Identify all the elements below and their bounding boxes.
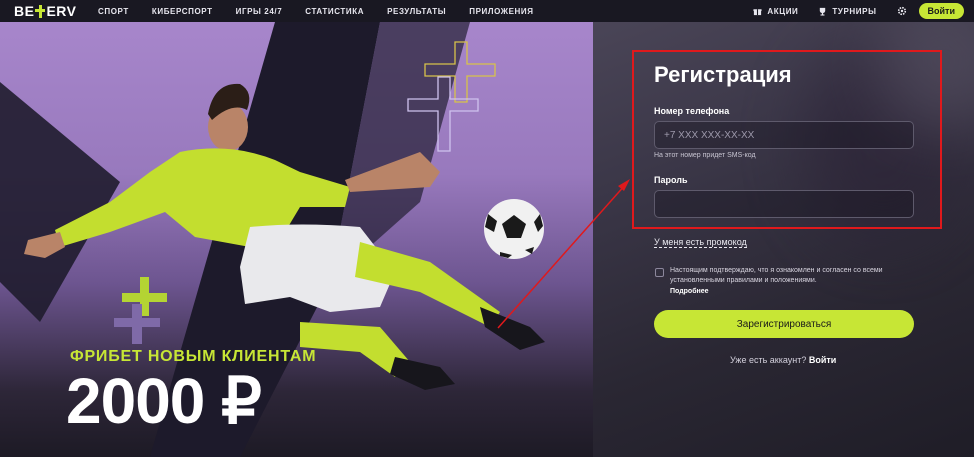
logo-text-left: BE bbox=[14, 3, 35, 19]
tournaments-label: ТУРНИРЫ bbox=[832, 6, 877, 16]
highlight-box bbox=[632, 50, 942, 229]
terms-text: Настоящим подтверждаю, что я ознакомлен … bbox=[670, 267, 883, 284]
promo-amount: 2000 ₽ bbox=[66, 365, 262, 437]
top-navigation-bar: BE ERV СПОРТ КИБЕРСПОРТ ИГРЫ 24/7 СТАТИС… bbox=[0, 0, 974, 22]
nav-item-esports[interactable]: КИБЕРСПОРТ bbox=[152, 7, 213, 16]
terms-checkbox[interactable] bbox=[655, 268, 664, 277]
nav-item-games[interactable]: ИГРЫ 24/7 bbox=[236, 7, 283, 16]
promos-label: АКЦИИ bbox=[767, 6, 799, 16]
soccer-ball bbox=[484, 199, 544, 259]
logo-plus-icon bbox=[35, 4, 46, 18]
promos-link[interactable]: АКЦИИ bbox=[753, 7, 798, 16]
settings-button[interactable] bbox=[897, 6, 907, 16]
nav-item-apps[interactable]: ПРИЛОЖЕНИЯ bbox=[469, 7, 533, 16]
have-account-row: Уже есть аккаунт? Войти bbox=[730, 355, 836, 365]
register-button[interactable]: Зарегистрироваться bbox=[654, 310, 914, 338]
gear-icon bbox=[897, 6, 906, 16]
tournaments-link[interactable]: ТУРНИРЫ bbox=[818, 7, 876, 16]
nav-item-sport[interactable]: СПОРТ bbox=[98, 7, 129, 16]
main-nav: СПОРТ КИБЕРСПОРТ ИГРЫ 24/7 СТАТИСТИКА РЕ… bbox=[98, 0, 557, 22]
logo-text-right: ERV bbox=[46, 3, 77, 19]
logo[interactable]: BE ERV bbox=[14, 3, 77, 19]
have-account-text: Уже есть аккаунт? bbox=[730, 355, 807, 365]
promo-code-link[interactable]: У меня есть промокод bbox=[654, 237, 747, 248]
nav-item-statistics[interactable]: СТАТИСТИКА bbox=[305, 7, 364, 16]
nav-item-results[interactable]: РЕЗУЛЬТАТЫ bbox=[387, 7, 446, 16]
trophy-icon bbox=[820, 7, 826, 16]
login-button[interactable]: Войти bbox=[918, 3, 964, 19]
gift-icon bbox=[753, 8, 762, 15]
terms-more-link[interactable]: Подробнее bbox=[670, 288, 709, 295]
right-nav: АКЦИИ ТУРНИРЫ Войти bbox=[753, 0, 964, 22]
hero-banner: ФРИБЕТ НОВЫМ КЛИЕНТАМ 2000 ₽ bbox=[0, 22, 593, 457]
login-link[interactable]: Войти bbox=[809, 355, 836, 365]
